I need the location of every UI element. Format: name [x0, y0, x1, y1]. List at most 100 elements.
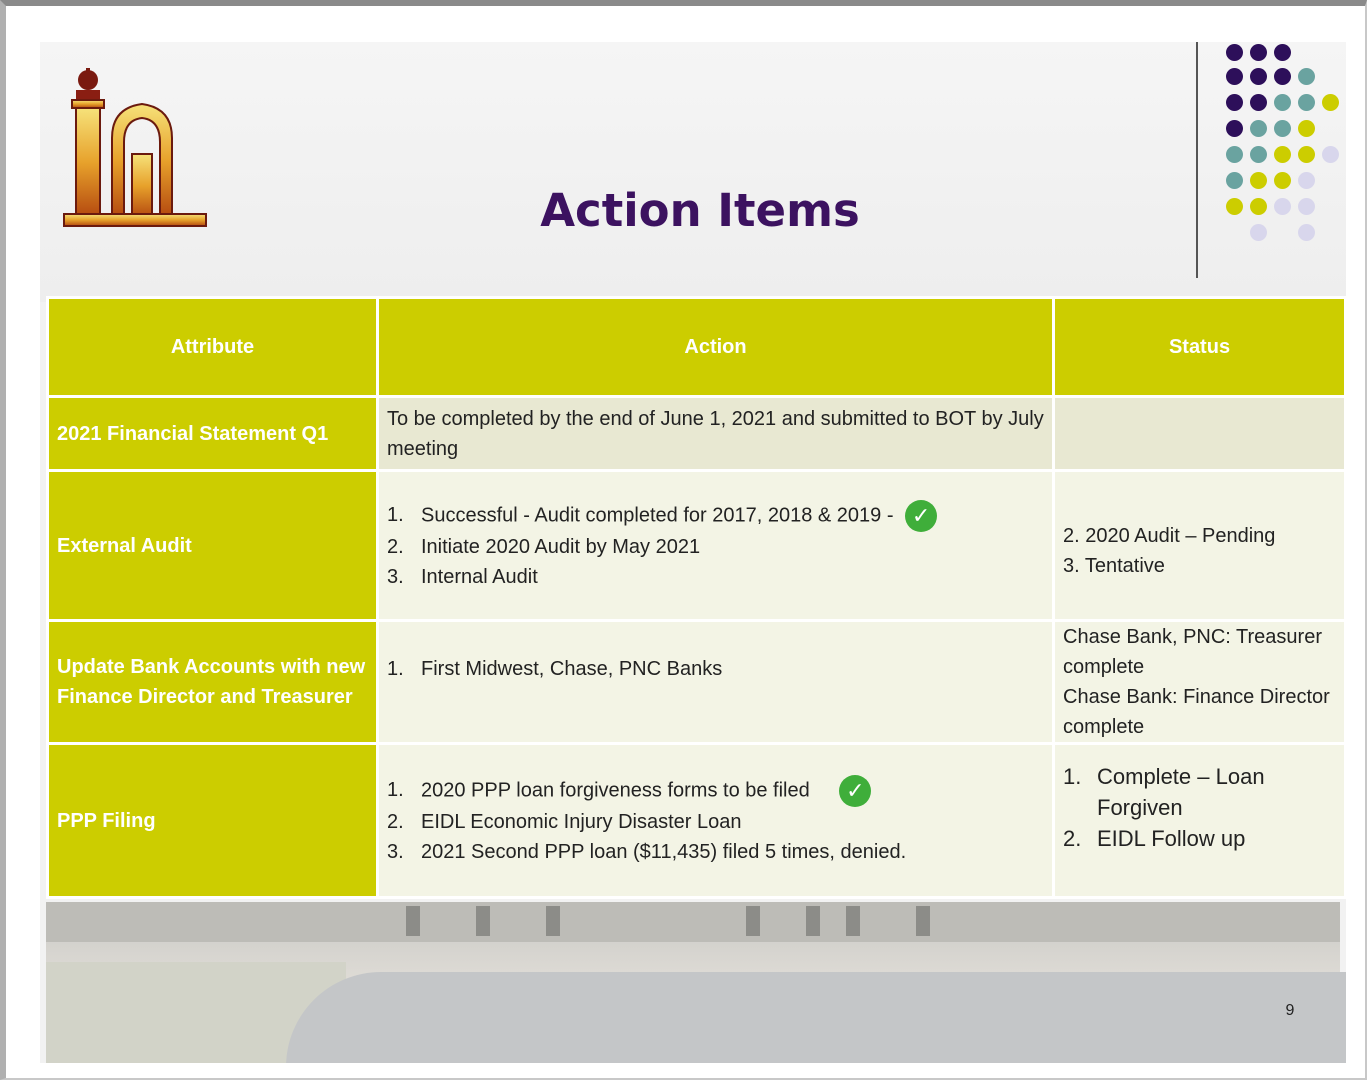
status-line: EIDL Follow up [1097, 826, 1246, 851]
status-cell: 1. Complete – Loan Forgiven 2. EIDL Foll… [1052, 742, 1346, 899]
slide-frame: Action Items Attribute Action Status 202… [0, 0, 1367, 1080]
column-header-attribute: Attribute [46, 296, 379, 398]
list-text: EIDL Economic Injury Disaster Loan [421, 810, 742, 833]
action-list: 1. Successful - Audit completed for 2017… [387, 499, 1044, 592]
list-item: 1. 2020 PPP loan forgiveness forms to be… [387, 774, 1044, 807]
dot [1274, 198, 1291, 215]
slide: Action Items Attribute Action Status 202… [40, 42, 1346, 1063]
decorative-dot-grid [1216, 42, 1346, 252]
list-item: 1. First Midwest, Chase, PNC Banks [387, 654, 1044, 684]
building-window [476, 906, 490, 936]
status-line: complete [1063, 716, 1145, 738]
building-window [406, 906, 420, 936]
dot [1250, 68, 1267, 85]
dot [1274, 94, 1291, 111]
dot [1226, 172, 1243, 189]
dot [1298, 198, 1315, 215]
status-line: Chase Bank: Finance Director [1063, 686, 1330, 708]
list-item: 3. Internal Audit [387, 562, 1044, 592]
organization-logo [63, 68, 207, 227]
building-window [846, 906, 860, 936]
divider-line [1196, 42, 1198, 278]
dot [1274, 172, 1291, 189]
dot [1250, 198, 1267, 215]
attribute-line: Update Bank Accounts with new [57, 656, 366, 678]
building-window [916, 906, 930, 936]
dot [1226, 44, 1243, 61]
list-item: 2. EIDL Follow up [1063, 823, 1336, 854]
dot [1250, 120, 1267, 137]
attribute-cell: External Audit [46, 469, 379, 622]
dot [1250, 224, 1267, 241]
status-cell: Chase Bank, PNC: Treasurer complete Chas… [1052, 619, 1346, 745]
status-line: complete [1063, 656, 1145, 678]
table-row: External Audit 1. Successful - Audit com… [46, 469, 1346, 622]
dot [1298, 68, 1315, 85]
list-text: Successful - Audit completed for 2017, 2… [421, 503, 894, 526]
list-text: 2020 PPP loan forgiveness forms to be fi… [421, 778, 810, 801]
building-roof [46, 902, 1340, 942]
list-text: Initiate 2020 Audit by May 2021 [421, 535, 701, 558]
dot [1322, 94, 1339, 111]
dot [1226, 120, 1243, 137]
action-list: 1. First Midwest, Chase, PNC Banks [387, 654, 1044, 684]
list-text: First Midwest, Chase, PNC Banks [421, 658, 723, 680]
building-window [546, 906, 560, 936]
list-text: Internal Audit [421, 565, 538, 588]
dot [1298, 172, 1315, 189]
list-number: 1. [387, 778, 404, 801]
column-header-status: Status [1052, 296, 1346, 398]
column-header-action: Action [376, 296, 1055, 398]
status-line: 2. 2020 Audit – Pending [1063, 524, 1276, 547]
check-icon: ✓ [839, 774, 872, 807]
status-cell: 2. 2020 Audit – Pending 3. Tentative [1052, 469, 1346, 622]
dot [1298, 224, 1315, 241]
slide-header-background [40, 42, 1346, 302]
action-items-table: Attribute Action Status 2021 Financial S… [46, 296, 1346, 899]
list-number: 1. [387, 503, 404, 526]
list-number: 2. [387, 535, 404, 558]
list-item: 1. Complete – Loan Forgiven [1063, 761, 1336, 823]
table-header-row: Attribute Action Status [46, 296, 1346, 398]
table-row: Update Bank Accounts with new Finance Di… [46, 619, 1346, 745]
dot [1226, 68, 1243, 85]
list-item: 1. Successful - Audit completed for 2017… [387, 499, 1044, 532]
action-cell: 1. First Midwest, Chase, PNC Banks [376, 619, 1055, 745]
check-icon: ✓ [905, 499, 938, 532]
list-number: 1. [1063, 764, 1082, 789]
dot [1298, 120, 1315, 137]
dot [1322, 146, 1339, 163]
action-cell: To be completed by the end of June 1, 20… [376, 395, 1055, 472]
action-cell: 1. Successful - Audit completed for 2017… [376, 469, 1055, 622]
building-photo-background [46, 902, 1346, 1063]
dot [1250, 146, 1267, 163]
attribute-cell: PPP Filing [46, 742, 379, 899]
dot [1226, 146, 1243, 163]
list-item: 2. Initiate 2020 Audit by May 2021 [387, 532, 1044, 562]
list-number: 3. [387, 565, 404, 588]
status-line: Forgiven [1097, 795, 1183, 820]
action-cell: 1. 2020 PPP loan forgiveness forms to be… [376, 742, 1055, 899]
list-text: 2021 Second PPP loan ($11,435) filed 5 t… [421, 840, 907, 863]
dot [1298, 94, 1315, 111]
list-number: 1. [387, 658, 404, 680]
building-window [806, 906, 820, 936]
status-line: Complete – Loan [1097, 764, 1265, 789]
building-window [746, 906, 760, 936]
slide-title: Action Items [540, 184, 860, 237]
road [286, 972, 1346, 1063]
status-cell [1052, 395, 1346, 472]
action-list: 1. 2020 PPP loan forgiveness forms to be… [387, 774, 1044, 867]
table-row: PPP Filing 1. 2020 PPP loan forgiveness … [46, 742, 1346, 899]
attribute-cell: Update Bank Accounts with new Finance Di… [46, 619, 379, 745]
list-item: 3. 2021 Second PPP loan ($11,435) filed … [387, 837, 1044, 867]
attribute-line: Finance Director and Treasurer [57, 686, 353, 708]
dot [1274, 68, 1291, 85]
dot [1274, 146, 1291, 163]
dot [1250, 172, 1267, 189]
list-item: 2. EIDL Economic Injury Disaster Loan [387, 807, 1044, 837]
dot [1298, 146, 1315, 163]
dot [1250, 44, 1267, 61]
list-number: 3. [387, 840, 404, 863]
dot [1274, 44, 1291, 61]
